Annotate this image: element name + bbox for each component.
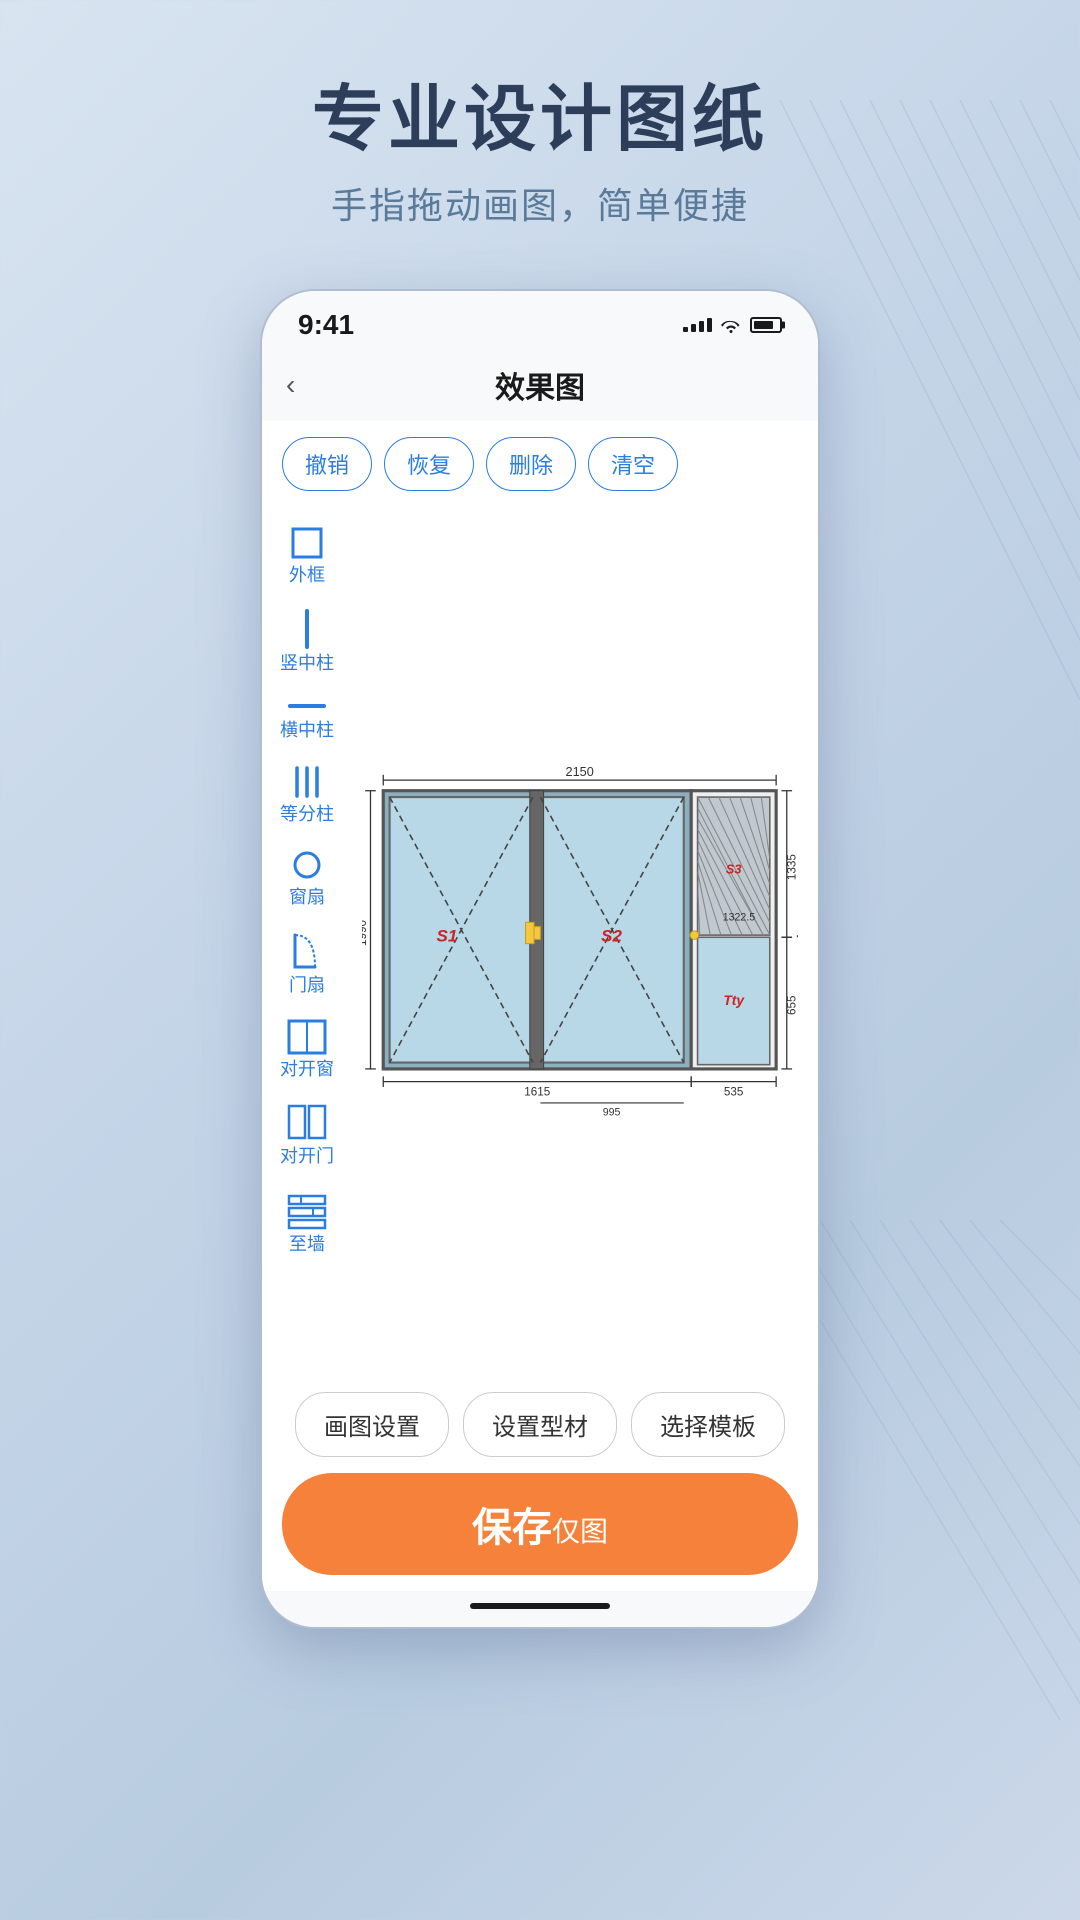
- clear-button[interactable]: 清空: [588, 437, 678, 491]
- canvas-area[interactable]: 2150: [352, 507, 818, 1376]
- equal-pillar-icon: [289, 764, 325, 800]
- svg-text:1322.5: 1322.5: [723, 911, 756, 923]
- door-sash-label: 门扇: [289, 975, 325, 997]
- home-indicator: [262, 1591, 818, 1627]
- equal-pillar-label: 等分柱: [280, 804, 334, 826]
- redo-button[interactable]: 恢复: [384, 437, 474, 491]
- svg-text:535: 535: [724, 1085, 743, 1098]
- vertical-pillar-label: 竖中柱: [280, 653, 334, 675]
- window-sash-icon: [289, 847, 325, 883]
- app-header: ‹ 效果图: [262, 349, 818, 421]
- save-main-label: 保存: [472, 1506, 552, 1550]
- svg-text:1615: 1615: [524, 1085, 550, 1098]
- wifi-icon: [720, 317, 742, 333]
- delete-button[interactable]: 删除: [486, 437, 576, 491]
- svg-text:2150: 2150: [566, 764, 594, 779]
- svg-text:655: 655: [785, 995, 798, 1014]
- status-icons: [683, 317, 782, 333]
- horizontal-pillar-label: 横中柱: [280, 720, 334, 742]
- double-door-icon: [287, 1102, 327, 1142]
- double-window-icon: [287, 1019, 327, 1055]
- double-window-label: 对开窗: [280, 1059, 334, 1081]
- double-door-label: 对开门: [280, 1146, 334, 1168]
- home-bar: [470, 1603, 610, 1609]
- svg-text:1990: 1990: [362, 920, 369, 946]
- sidebar-item-double-window[interactable]: 对开窗: [262, 1009, 352, 1091]
- set-profile-button[interactable]: 设置型材: [463, 1392, 617, 1457]
- bottom-section: 画图设置 设置型材 选择模板 保存仅图: [262, 1376, 818, 1591]
- window-sash-label: 窗扇: [289, 887, 325, 909]
- svg-text:S2: S2: [601, 927, 622, 946]
- signal-icon: [683, 318, 712, 332]
- svg-text:995: 995: [603, 1107, 621, 1119]
- svg-text:Tty: Tty: [723, 993, 745, 1008]
- svg-text:1335: 1335: [785, 854, 798, 880]
- outer-frame-label: 外框: [289, 565, 325, 587]
- sidebar-item-equal-pillar[interactable]: 等分柱: [262, 754, 352, 836]
- content-area: 外框 竖中柱: [262, 507, 818, 1376]
- wall-label: 至墙: [289, 1234, 325, 1256]
- bottom-buttons-row: 画图设置 设置型材 选择模板: [282, 1392, 798, 1457]
- battery-icon: [750, 317, 782, 333]
- undo-button[interactable]: 撤销: [282, 437, 372, 491]
- outer-frame-icon: [289, 525, 325, 561]
- sidebar-item-outer-frame[interactable]: 外框: [262, 515, 352, 597]
- save-button[interactable]: 保存仅图: [282, 1473, 798, 1575]
- sidebar-item-vertical-pillar[interactable]: 竖中柱: [262, 599, 352, 685]
- window-drawing: 2150: [362, 517, 808, 1366]
- draw-settings-button[interactable]: 画图设置: [295, 1392, 449, 1457]
- svg-text:S1: S1: [437, 927, 458, 946]
- save-sub-label: 仅图: [552, 1516, 608, 1547]
- horizontal-pillar-icon: [288, 696, 326, 716]
- sidebar-item-double-door[interactable]: 对开门: [262, 1092, 352, 1178]
- sidebar: 外框 竖中柱: [262, 507, 352, 1376]
- sidebar-item-wall[interactable]: 至墙: [262, 1180, 352, 1266]
- app-content: 撤销 恢复 删除 清空 外框: [262, 421, 818, 1591]
- phone-frame: 9:41 ‹ 效果图: [260, 289, 820, 1629]
- door-sash-icon: [289, 931, 325, 971]
- vertical-pillar-icon: [289, 609, 325, 649]
- toolbar-row: 撤销 恢复 删除 清空: [262, 421, 818, 507]
- status-time: 9:41: [298, 309, 354, 341]
- choose-template-button[interactable]: 选择模板: [631, 1392, 785, 1457]
- back-button[interactable]: ‹: [286, 369, 295, 401]
- sidebar-item-horizontal-pillar[interactable]: 横中柱: [262, 686, 352, 752]
- svg-text:S3: S3: [726, 862, 742, 877]
- status-bar: 9:41: [262, 291, 818, 349]
- sidebar-item-door-sash[interactable]: 门扇: [262, 921, 352, 1007]
- wall-icon: [287, 1190, 327, 1230]
- app-title: 效果图: [495, 363, 585, 407]
- sidebar-item-window-sash[interactable]: 窗扇: [262, 837, 352, 919]
